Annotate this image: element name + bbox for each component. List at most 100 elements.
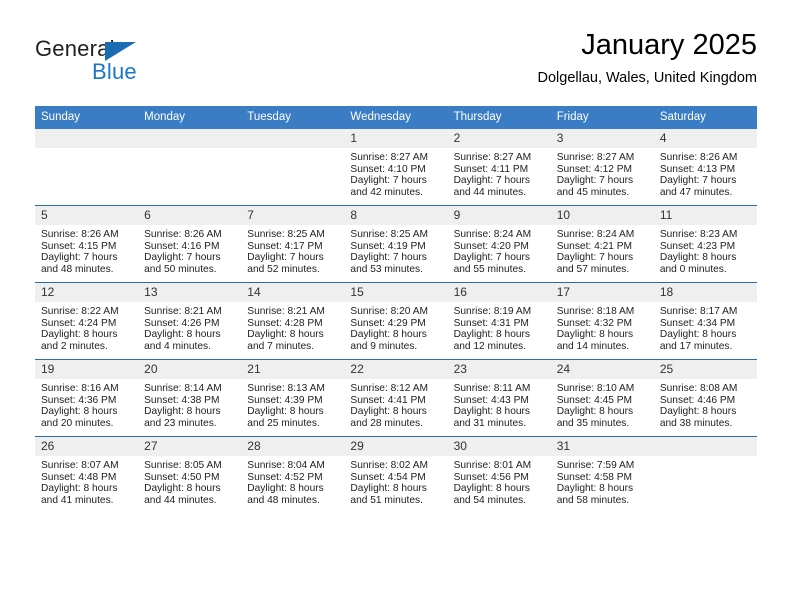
day-box xyxy=(653,437,757,513)
calendar-day-cell[interactable]: 24 Sunrise: 8:10 AM Sunset: 4:45 PM Dayligh… xyxy=(550,359,654,437)
calendar-day-cell[interactable]: 8 Sunrise: 8:25 AM Sunset: 4:19 PM Daylight… xyxy=(344,205,448,283)
calendar-day-cell[interactable]: 1 Sunrise: 8:27 AM Sunset: 4:10 PM Daylight… xyxy=(344,129,448,206)
sunset-line: Sunset: 4:26 PM xyxy=(144,317,220,329)
calendar-page: General Blue January 2025 Dolgellau, Wal… xyxy=(0,0,792,612)
daylight-line: Daylight: 7 hours xyxy=(41,252,118,264)
calendar-day-cell[interactable]: 2 Sunrise: 8:27 AM Sunset: 4:11 PM Daylight… xyxy=(447,129,551,206)
calendar-day-cell[interactable]: 4 Sunrise: 8:26 AM Sunset: 4:13 PM Daylight… xyxy=(653,129,757,206)
day-sun-info: Sunrise: 8:26 AM Sunset: 4:15 PM Daylight:… xyxy=(35,225,138,275)
sunrise-line: Sunrise: 8:11 AM xyxy=(453,383,531,394)
calendar-day-cell[interactable]: 18 Sunrise: 8:17 AM Sunset: 4:34 PM Dayligh… xyxy=(653,282,757,360)
calendar-day-cell[interactable]: 26 Sunrise: 8:07 AM Sunset: 4:48 PM Dayligh… xyxy=(35,436,139,513)
page-title: January 2025 xyxy=(581,29,757,61)
daylight-line-cont: and 7 minutes. xyxy=(247,340,315,352)
sunset-line: Sunset: 4:20 PM xyxy=(453,240,529,252)
calendar-day-cell[interactable]: 10 Sunrise: 8:24 AM Sunset: 4:21 PM Dayligh… xyxy=(550,205,654,283)
calendar-day-cell[interactable]: 28 Sunrise: 8:04 AM Sunset: 4:52 PM Dayligh… xyxy=(241,436,345,513)
day-box: 14 Sunrise: 8:21 AM Sunset: 4:28 PM Dayligh… xyxy=(241,283,345,359)
daylight-line: Daylight: 8 hours xyxy=(144,483,221,495)
daylight-line-cont: and 4 minutes. xyxy=(144,340,211,352)
day-number: 5 xyxy=(35,206,139,225)
day-box: 8 Sunrise: 8:25 AM Sunset: 4:19 PM Daylight… xyxy=(344,206,448,282)
calendar-day-cell[interactable]: 20 Sunrise: 8:14 AM Sunset: 4:38 PM Dayligh… xyxy=(138,359,242,437)
daylight-line-cont: and 58 minutes. xyxy=(556,494,630,506)
day-sun-info: Sunrise: 8:18 AM Sunset: 4:32 PM Daylight:… xyxy=(551,302,654,352)
calendar-day-cell[interactable]: 25 Sunrise: 8:08 AM Sunset: 4:46 PM Dayligh… xyxy=(653,359,757,437)
calendar-day-cell[interactable]: 3 Sunrise: 8:27 AM Sunset: 4:12 PM Daylight… xyxy=(550,129,654,206)
calendar-day-cell[interactable]: 13 Sunrise: 8:21 AM Sunset: 4:26 PM Dayligh… xyxy=(138,282,242,360)
calendar-day-cell[interactable]: 11 Sunrise: 8:23 AM Sunset: 4:23 PM Dayligh… xyxy=(653,205,757,283)
calendar-day-cell[interactable]: 30 Sunrise: 8:01 AM Sunset: 4:56 PM Dayligh… xyxy=(447,436,551,513)
day-number: 24 xyxy=(550,360,654,379)
day-number: 26 xyxy=(35,437,139,456)
calendar-day-cell[interactable]: 14 Sunrise: 8:21 AM Sunset: 4:28 PM Dayligh… xyxy=(241,282,345,360)
day-number: 17 xyxy=(550,283,654,302)
day-box: 7 Sunrise: 8:25 AM Sunset: 4:17 PM Daylight… xyxy=(241,206,345,282)
day-number: 25 xyxy=(653,360,757,379)
daylight-line-cont: and 12 minutes. xyxy=(453,340,527,352)
sunrise-line: Sunrise: 8:24 AM xyxy=(556,229,635,240)
day-sun-info: Sunrise: 8:17 AM Sunset: 4:34 PM Daylight:… xyxy=(654,302,757,352)
day-sun-info: Sunrise: 8:26 AM Sunset: 4:16 PM Daylight:… xyxy=(138,225,241,275)
calendar-day-cell[interactable]: 6 Sunrise: 8:26 AM Sunset: 4:16 PM Daylight… xyxy=(138,205,242,283)
sunset-line: Sunset: 4:56 PM xyxy=(453,471,529,483)
calendar-day-cell[interactable]: 12 Sunrise: 8:22 AM Sunset: 4:24 PM Dayligh… xyxy=(35,282,139,360)
daylight-line-cont: and 2 minutes. xyxy=(41,340,108,352)
day-sun-info: Sunrise: 8:27 AM Sunset: 4:10 PM Daylight:… xyxy=(344,148,447,198)
daylight-line: Daylight: 8 hours xyxy=(144,329,221,341)
calendar-day-cell[interactable]: 17 Sunrise: 8:18 AM Sunset: 4:32 PM Dayligh… xyxy=(550,282,654,360)
sunset-line: Sunset: 4:46 PM xyxy=(659,394,736,406)
sunrise-line: Sunrise: 8:20 AM xyxy=(350,306,429,317)
daylight-line-cont: and 17 minutes. xyxy=(659,340,733,352)
sunset-line: Sunset: 4:50 PM xyxy=(144,471,220,483)
calendar-day-cell[interactable]: 19 Sunrise: 8:16 AM Sunset: 4:36 PM Dayligh… xyxy=(35,359,139,437)
daylight-line: Daylight: 8 hours xyxy=(556,329,634,341)
day-number: 2 xyxy=(447,129,551,148)
day-number: 18 xyxy=(653,283,757,302)
calendar-day-cell[interactable]: 5 Sunrise: 8:26 AM Sunset: 4:15 PM Daylight… xyxy=(35,205,139,283)
day-number: 4 xyxy=(653,129,757,148)
daylight-line-cont: and 47 minutes. xyxy=(659,186,733,198)
sunrise-line: Sunrise: 8:05 AM xyxy=(144,460,222,471)
sunrise-line: Sunrise: 8:16 AM xyxy=(41,383,119,394)
day-number: 22 xyxy=(344,360,448,379)
calendar-day-cell[interactable]: 27 Sunrise: 8:05 AM Sunset: 4:50 PM Dayligh… xyxy=(138,436,242,513)
daylight-line: Daylight: 7 hours xyxy=(556,252,634,264)
daylight-line: Daylight: 8 hours xyxy=(659,406,737,418)
sunset-line: Sunset: 4:19 PM xyxy=(350,240,426,252)
sunrise-line: Sunrise: 8:04 AM xyxy=(247,460,325,471)
calendar-day-cell[interactable]: 21 Sunrise: 8:13 AM Sunset: 4:39 PM Dayligh… xyxy=(241,359,345,437)
general-blue-logo: General Blue xyxy=(35,36,215,92)
calendar-day-cell[interactable]: 15 Sunrise: 8:20 AM Sunset: 4:29 PM Dayligh… xyxy=(344,282,448,360)
day-number: 3 xyxy=(550,129,654,148)
calendar-day-cell[interactable]: 16 Sunrise: 8:19 AM Sunset: 4:31 PM Dayligh… xyxy=(447,282,551,360)
calendar-day-cell[interactable]: 22 Sunrise: 8:12 AM Sunset: 4:41 PM Dayligh… xyxy=(344,359,448,437)
daylight-line-cont: and 44 minutes. xyxy=(144,494,217,506)
calendar-day-cell[interactable]: 9 Sunrise: 8:24 AM Sunset: 4:20 PM Daylight… xyxy=(447,205,551,283)
calendar-day-cell[interactable]: 7 Sunrise: 8:25 AM Sunset: 4:17 PM Daylight… xyxy=(241,205,345,283)
daylight-line-cont: and 45 minutes. xyxy=(556,186,630,198)
calendar-empty-cell xyxy=(241,129,345,206)
day-sun-info: Sunrise: 8:26 AM Sunset: 4:13 PM Daylight:… xyxy=(654,148,757,198)
calendar-day-cell[interactable]: 23 Sunrise: 8:11 AM Sunset: 4:43 PM Dayligh… xyxy=(447,359,551,437)
page-subtitle: Dolgellau, Wales, United Kingdom xyxy=(537,70,758,86)
daylight-line: Daylight: 8 hours xyxy=(659,329,737,341)
day-number xyxy=(653,437,757,456)
sunrise-line: Sunrise: 8:26 AM xyxy=(144,229,222,240)
day-number: 11 xyxy=(653,206,757,225)
daylight-line: Daylight: 7 hours xyxy=(350,175,427,187)
daylight-line-cont: and 35 minutes. xyxy=(556,417,630,429)
day-box: 1 Sunrise: 8:27 AM Sunset: 4:10 PM Daylight… xyxy=(344,129,448,205)
calendar-day-cell[interactable]: 29 Sunrise: 8:02 AM Sunset: 4:54 PM Dayligh… xyxy=(344,436,448,513)
calendar-week-row: 5 Sunrise: 8:26 AM Sunset: 4:15 PM Daylight… xyxy=(35,205,757,283)
daylight-line-cont: and 48 minutes. xyxy=(247,494,320,506)
calendar-day-cell[interactable]: 31 Sunrise: 7:59 AM Sunset: 4:58 PM Dayligh… xyxy=(550,436,654,513)
daylight-line-cont: and 20 minutes. xyxy=(41,417,114,429)
day-box xyxy=(138,129,242,205)
daylight-line: Daylight: 7 hours xyxy=(350,252,427,264)
sunset-line: Sunset: 4:58 PM xyxy=(556,471,633,483)
day-number: 13 xyxy=(138,283,242,302)
weekday-header-thursday: Thursday xyxy=(447,106,551,129)
daylight-line: Daylight: 8 hours xyxy=(247,483,324,495)
day-sun-info: Sunrise: 8:04 AM Sunset: 4:52 PM Daylight:… xyxy=(241,456,344,506)
